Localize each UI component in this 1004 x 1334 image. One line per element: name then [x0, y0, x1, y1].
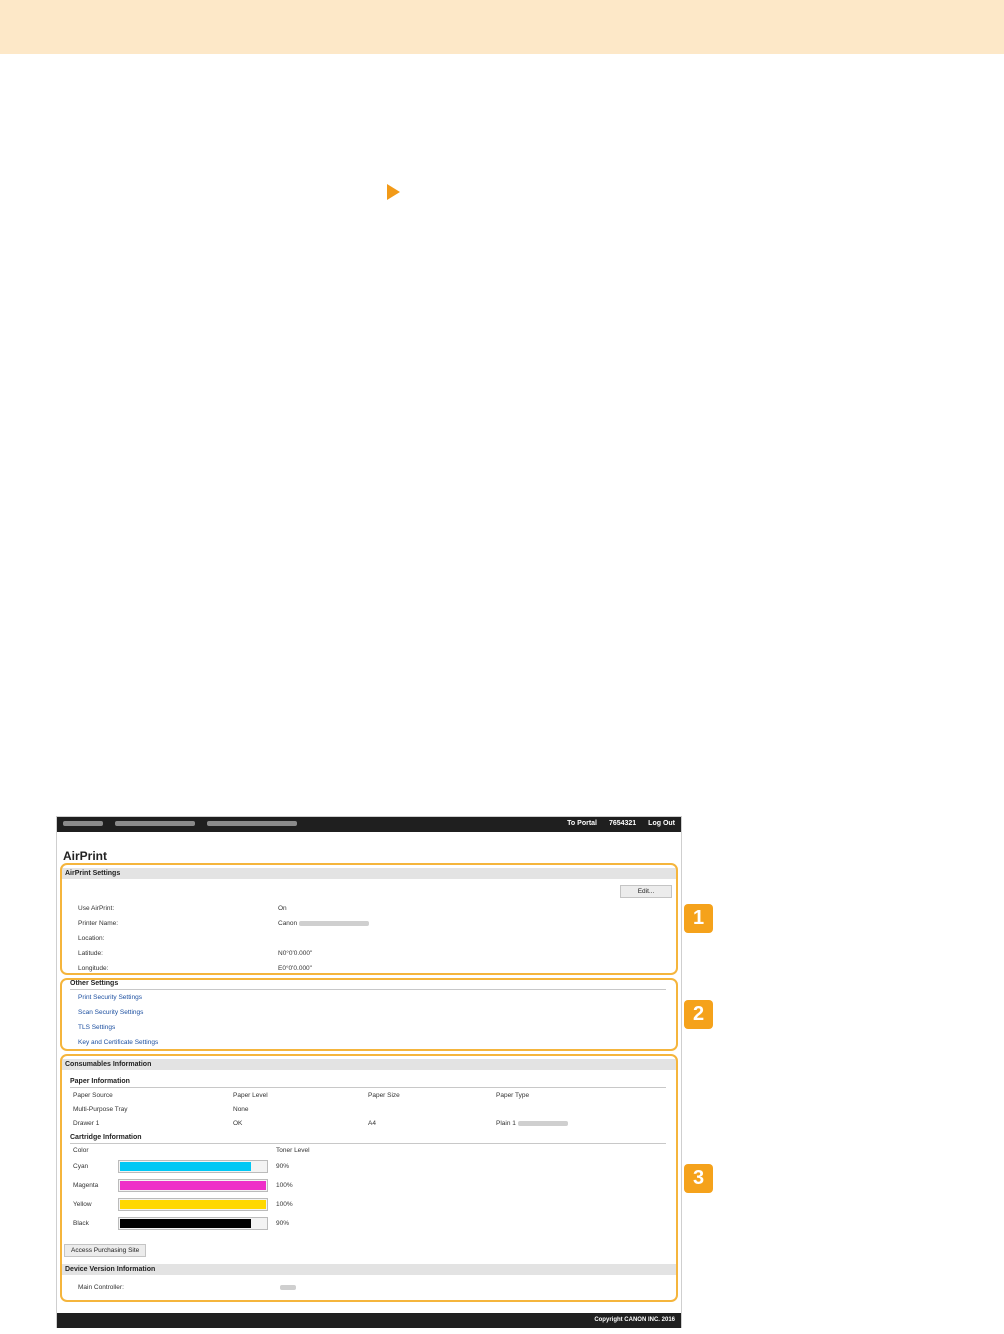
callout-badge-1: 1 — [684, 904, 713, 933]
top-navigation-bar: To Portal 7654321 Log Out — [57, 817, 681, 832]
breadcrumb-blurred-item — [114, 820, 195, 826]
page-title: AirPrint — [63, 849, 108, 863]
highlight-frame-1 — [60, 863, 678, 975]
to-portal-link[interactable]: To Portal — [567, 820, 597, 827]
user-id-label: 7654321 — [608, 820, 637, 827]
breadcrumb-blurred-item — [206, 820, 297, 826]
copyright-text: Copyright CANON INC. 2016 — [594, 1317, 675, 1323]
top-header-band — [0, 0, 1004, 54]
breadcrumb — [63, 820, 333, 828]
callout-badge-3: 3 — [684, 1164, 713, 1193]
remote-ui-screenshot: To Portal 7654321 Log Out AirPrint AirPr… — [56, 816, 682, 1328]
footer-bar: Copyright CANON INC. 2016 — [57, 1313, 681, 1328]
breadcrumb-blurred-item — [63, 820, 103, 826]
play-arrow-icon — [387, 184, 400, 200]
callout-badge-2: 2 — [684, 1000, 713, 1029]
highlight-frame-3 — [60, 1054, 678, 1302]
top-nav-links: To Portal 7654321 Log Out — [557, 820, 675, 827]
log-out-link[interactable]: Log Out — [648, 820, 675, 827]
highlight-frame-2 — [60, 978, 678, 1051]
